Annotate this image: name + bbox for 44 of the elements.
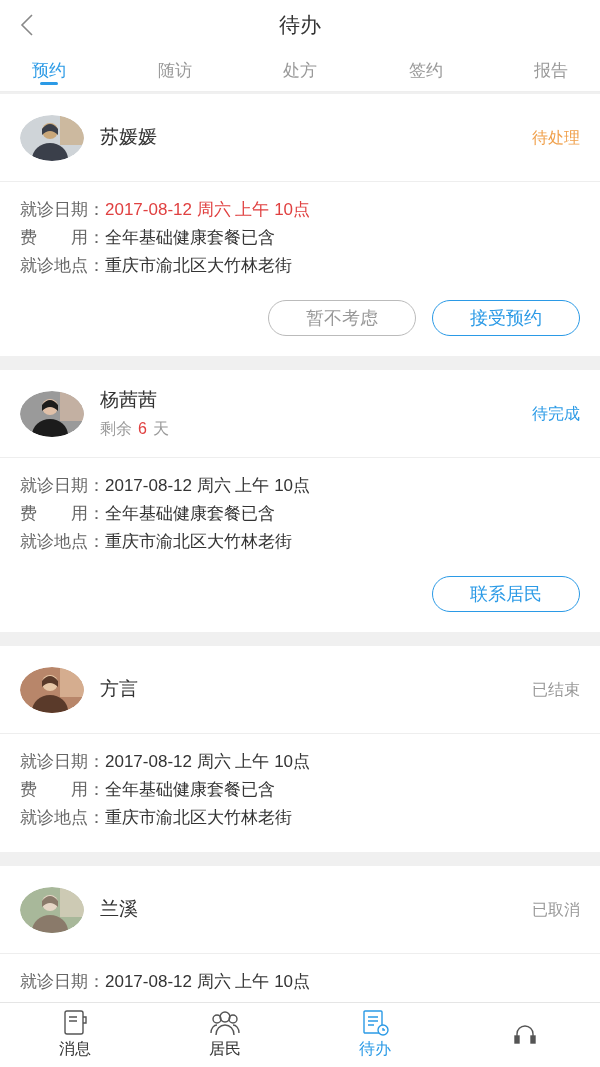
detail-label: 就诊地点： bbox=[20, 807, 105, 829]
detail-label: 就诊日期： bbox=[20, 475, 105, 497]
tab-indicator bbox=[40, 82, 58, 85]
status-label: 已结束 bbox=[532, 679, 580, 700]
detail-value: 2017-08-12 周六 上午 10点 bbox=[105, 199, 311, 221]
tab[interactable]: 报告 bbox=[534, 50, 568, 91]
detail-value: 2017-08-12 周六 上午 10点 bbox=[105, 971, 311, 993]
tab[interactable]: 处方 bbox=[283, 50, 317, 91]
tab[interactable]: 随访 bbox=[157, 50, 192, 91]
status-label: 已取消 bbox=[532, 899, 580, 920]
nav-tab[interactable]: 待办 bbox=[300, 1003, 450, 1067]
remaining-label: 剩余 bbox=[100, 418, 132, 439]
document-clock-icon bbox=[360, 1009, 390, 1037]
detail-value: 全年基础健康套餐已含 bbox=[105, 503, 275, 525]
resident-name: 苏媛媛 bbox=[100, 125, 158, 150]
detail-value: 全年基础健康套餐已含 bbox=[105, 779, 275, 801]
people-icon bbox=[210, 1009, 240, 1037]
tab[interactable]: 签约 bbox=[408, 50, 443, 91]
days-unit: 天 bbox=[152, 418, 169, 439]
detail-value: 全年基础健康套餐已含 bbox=[105, 227, 275, 249]
detail-value: 重庆市渝北区大竹林老街 bbox=[105, 255, 292, 277]
resident-name: 方言 bbox=[100, 677, 139, 702]
detail-label: 费 用： bbox=[20, 503, 105, 525]
detail-label: 费 用： bbox=[20, 779, 105, 801]
resident-name: 杨茜茜 bbox=[100, 388, 158, 413]
resident-name: 兰溪 bbox=[100, 897, 139, 922]
back-icon[interactable] bbox=[20, 14, 34, 36]
tab[interactable]: 预约 bbox=[32, 50, 66, 91]
detail-value: 2017-08-12 周六 上午 10点 bbox=[105, 751, 311, 773]
status-label: 待完成 bbox=[532, 403, 580, 424]
detail-value: 2017-08-12 周六 上午 10点 bbox=[105, 475, 311, 497]
detail-label: 就诊日期： bbox=[20, 971, 105, 993]
detail-label: 就诊地点： bbox=[20, 531, 105, 553]
page-title: 待办 bbox=[279, 12, 321, 39]
nav-tab[interactable]: 居民 bbox=[150, 1003, 300, 1067]
detail-label: 就诊日期： bbox=[20, 751, 105, 773]
detail-label: 就诊日期： bbox=[20, 199, 105, 221]
detail-label: 费 用： bbox=[20, 227, 105, 249]
remaining-days: 6 bbox=[138, 416, 147, 441]
nav-tab[interactable]: 消息 bbox=[0, 1003, 150, 1067]
status-label: 待处理 bbox=[532, 127, 580, 148]
detail-label: 就诊地点： bbox=[20, 255, 105, 277]
detail-value: 重庆市渝北区大竹林老街 bbox=[105, 807, 292, 829]
detail-value: 重庆市渝北区大竹林老街 bbox=[105, 531, 292, 553]
